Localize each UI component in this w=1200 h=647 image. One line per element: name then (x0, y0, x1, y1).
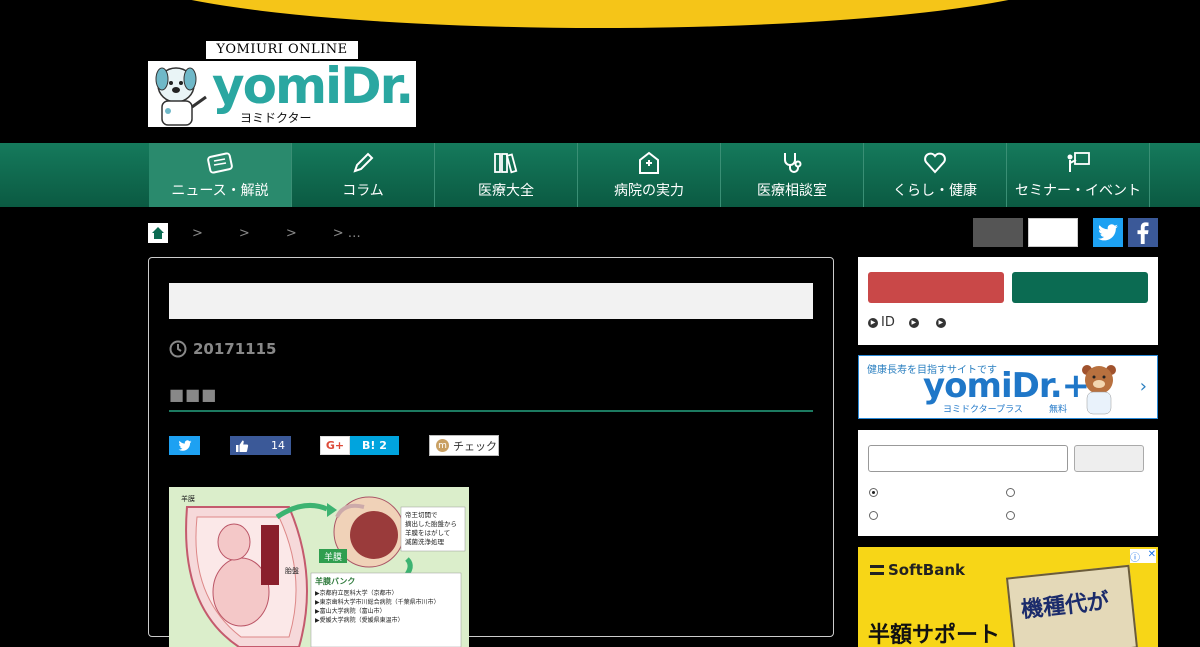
nav-label: コラム (342, 183, 384, 199)
search-input[interactable] (868, 445, 1068, 472)
figure-bank-item: ▶東京歯科大学市川総合病院（千葉県市川市） (315, 598, 440, 606)
ad-tag-text: 機種代が (1020, 589, 1111, 624)
figure-bank-item: ▶富山大学病院（富山市） (315, 607, 386, 615)
play-circle-icon: ▶ (935, 317, 946, 328)
article-figure[interactable]: 羊膜 帝王切開で 摘出した胎盤から 羊膜をはがして 滅菌洗浄処理 羊膜バンク ▶… (169, 487, 469, 647)
top-banner-arc (120, 0, 1080, 28)
search-box (858, 430, 1158, 536)
facebook-icon (1137, 221, 1149, 244)
play-circle-icon: ▶ (908, 317, 919, 328)
figure-bank-title: 羊膜バンク (315, 576, 355, 586)
breadcrumb: > > > > … (148, 223, 367, 243)
tweet-button[interactable] (169, 436, 200, 455)
main-nav: ニュース・解説 コラム 医療大全 病院の実力 医療相談室 くらし・健康 セミナー… (0, 143, 1200, 207)
search-radio-3[interactable] (869, 511, 878, 520)
hatena-bookmark-button[interactable]: B! 2 (350, 436, 399, 455)
facebook-like-button[interactable]: 14 (230, 436, 291, 455)
facebook-follow-button[interactable] (1128, 218, 1158, 247)
nav-item-encyclopedia[interactable]: 医療大全 (435, 143, 578, 207)
home-icon[interactable] (148, 223, 168, 243)
figure-bank-item: ▶愛媛大学病院（愛媛県東温市） (315, 616, 404, 624)
twitter-follow-button[interactable] (1093, 218, 1123, 247)
softbank-ad[interactable]: SoftBank 機種代が 半額サポート ⓘ ✕ (858, 547, 1158, 647)
search-radio-2[interactable] (1006, 488, 1015, 497)
banner-subtitle: ヨミドクタープラス (943, 405, 1023, 415)
banner-free: 無料 (1049, 405, 1068, 415)
register-button[interactable] (868, 272, 1004, 303)
logo-subtitle: ヨミドクター (240, 111, 312, 125)
nav-item-column[interactable]: コラム (292, 143, 435, 207)
pencil-icon (353, 152, 374, 173)
member-link-3[interactable]: ▶ (935, 317, 949, 328)
nav-label: ニュース・解説 (171, 183, 269, 199)
dog-mascot-icon (155, 67, 207, 126)
ad-price-tag: 機種代が (1005, 564, 1139, 647)
chevron-right-icon: › (1139, 376, 1147, 397)
stethoscope-icon (784, 153, 802, 173)
site-logo[interactable]: YOMIURI ONLINE yomiDr. ヨミドクター (148, 41, 416, 127)
ad-info-icon[interactable]: ⓘ ✕ (1130, 549, 1156, 564)
article-card: 20171115 ■■■ 14 G+ B! 2 m チェック 羊膜 帝王切開で … (148, 257, 834, 647)
ad-brand: SoftBank (870, 561, 965, 579)
member-links: ▶ ID ▶ ▶ (868, 315, 963, 330)
thumbs-up-icon (236, 440, 249, 452)
nav-label: 病院の実力 (614, 183, 684, 199)
yomidr-plus-banner[interactable]: 健康長寿を目指すサイトです yomiDr.+ ヨミドクタープラス 無料 › (858, 355, 1158, 419)
title-divider (169, 410, 813, 412)
font-size-large-button[interactable] (1028, 218, 1078, 247)
hospital-icon (639, 151, 659, 174)
logo-wordmark: yomiDr. (212, 57, 414, 115)
play-circle-icon: ▶ (868, 317, 878, 328)
books-icon (494, 153, 518, 174)
ad-headline: 半額サポート (868, 623, 1001, 647)
article-title-box (169, 283, 813, 319)
figure-label-placenta: 胎盤 (285, 566, 299, 575)
article-lead: ■■■ (169, 385, 218, 404)
member-link-id-label: ID (881, 315, 895, 330)
logo-body: yomiDr. ヨミドクター (148, 57, 416, 127)
nav-label: くらし・健康 (893, 183, 977, 199)
member-box: ▶ ID ▶ ▶ (858, 257, 1158, 345)
check-label: チェック (453, 439, 497, 453)
nav-label: セミナー・イベント (1015, 183, 1141, 199)
nav-label: 医療相談室 (757, 183, 827, 199)
clock-icon (169, 340, 187, 358)
breadcrumb-separator: > (192, 225, 203, 241)
mixi-icon: m (436, 439, 449, 452)
search-radio-1[interactable] (869, 488, 878, 497)
heart-icon (924, 152, 946, 174)
login-button[interactable] (1012, 272, 1148, 303)
softbank-logo-icon (870, 565, 884, 575)
amnion-diagram: 羊膜 帝王切開で 摘出した胎盤から 羊膜をはがして 滅菌洗浄処理 羊膜バンク ▶… (169, 487, 469, 647)
figure-label-amnion: 羊膜 (181, 494, 195, 503)
ad-brand-text: SoftBank (888, 561, 966, 579)
article-date-text: 20171115 (193, 340, 277, 358)
banner-title: yomiDr.+ (923, 366, 1090, 406)
figure-label-amnion-tag: 羊膜 (324, 551, 342, 563)
bear-mascot-icon (1082, 365, 1116, 415)
breadcrumb-separator: > … (332, 225, 361, 241)
article-date: 20171115 (169, 340, 277, 358)
google-plus-button[interactable]: G+ (320, 436, 350, 455)
member-link-id[interactable]: ▶ ID (868, 315, 895, 330)
nav-item-lifestyle[interactable]: くらし・健康 (864, 143, 1007, 207)
member-link-2[interactable]: ▶ (908, 317, 922, 328)
search-button[interactable] (1074, 445, 1144, 472)
like-count: 14 (271, 439, 285, 452)
mixi-check-button[interactable]: m チェック (429, 435, 499, 456)
breadcrumb-separator: > (238, 225, 250, 241)
presentation-icon (1067, 152, 1090, 172)
newspaper-icon (207, 152, 233, 174)
font-size-small-button[interactable] (973, 218, 1023, 247)
search-radio-4[interactable] (1006, 511, 1015, 520)
nav-label: 医療大全 (478, 183, 534, 199)
figure-bank-item: ▶京都府立医科大学（京都市） (315, 589, 398, 597)
nav-item-hospital[interactable]: 病院の実力 (578, 143, 721, 207)
nav-item-consultation[interactable]: 医療相談室 (721, 143, 864, 207)
nav-item-seminar[interactable]: セミナー・イベント (1007, 143, 1150, 207)
breadcrumb-separator: > (285, 225, 297, 241)
twitter-icon (1098, 223, 1118, 240)
nav-item-news[interactable]: ニュース・解説 (149, 143, 292, 207)
twitter-icon (178, 439, 191, 451)
